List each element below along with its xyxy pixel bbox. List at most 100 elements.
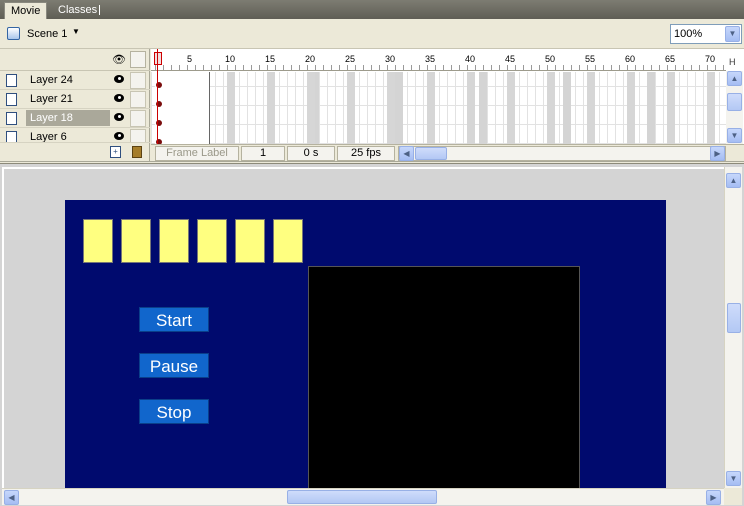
yellow-box[interactable]	[159, 219, 189, 263]
timeline-vertical-scrollbar[interactable]: ▲ ▼	[726, 71, 743, 144]
layer-visibility-eye-icon[interactable]	[114, 94, 124, 102]
layer-icon	[6, 131, 17, 142]
scroll-up-icon[interactable]: ▲	[726, 173, 741, 188]
layer-name: Layer 18	[30, 112, 73, 124]
frames-area: 5 10 15 20 25 30 35 40 45 50 55 60 65 70…	[151, 49, 744, 161]
yellow-box[interactable]	[121, 219, 151, 263]
layer-name: Layer 6	[30, 131, 67, 143]
scroll-down-icon[interactable]: ▼	[726, 471, 741, 486]
scroll-thumb[interactable]	[287, 490, 437, 504]
layer-name-box[interactable]: Layer 18	[26, 110, 110, 126]
show-hide-all-eye-icon[interactable]: 👁	[112, 53, 126, 66]
layer-footer: +	[0, 143, 150, 161]
layer-visibility-eye-icon[interactable]	[114, 113, 124, 121]
frame-marker	[227, 72, 235, 144]
ruler-number: 5	[187, 54, 193, 64]
stage-vertical-scrollbar[interactable]: ▲ ▼	[724, 167, 742, 488]
scroll-right-icon[interactable]: ▶	[710, 146, 725, 161]
lock-all-icon[interactable]	[130, 51, 146, 68]
playhead-line	[157, 49, 158, 144]
video-display[interactable]	[308, 266, 580, 488]
layer-row-selected[interactable]: Layer 18	[0, 109, 150, 128]
layer-name-box[interactable]: Layer 24	[26, 72, 110, 88]
zoom-select[interactable]: 100% ▼	[670, 24, 742, 44]
elapsed-time: 0 s	[287, 146, 335, 161]
stop-button[interactable]: Stop	[139, 399, 209, 424]
layer-lock-toggle[interactable]	[130, 72, 146, 89]
ruler-number: 35	[425, 54, 436, 64]
frame-marker	[627, 72, 635, 144]
yellow-box[interactable]	[273, 219, 303, 263]
ruler-number: 70	[705, 54, 716, 64]
scroll-thumb[interactable]	[727, 93, 742, 111]
frame-marker	[707, 72, 715, 144]
add-layer-icon[interactable]: +	[110, 146, 121, 158]
scroll-down-icon[interactable]: ▼	[727, 128, 742, 143]
ruler-number: 25	[345, 54, 356, 64]
tab-classes[interactable]: Classes	[52, 2, 103, 19]
scrollbar-corner	[724, 488, 742, 505]
playhead-handle[interactable]	[154, 52, 162, 65]
chevron-down-icon[interactable]: ▼	[725, 26, 740, 42]
frame-grid[interactable]	[151, 72, 726, 144]
ruler-number: 65	[665, 54, 676, 64]
current-frame: 1	[241, 146, 285, 161]
frame-marker	[467, 72, 475, 144]
timeline-horizontal-scrollbar[interactable]: ◀ ▶	[398, 146, 726, 161]
start-button[interactable]: Start	[139, 307, 209, 332]
scene-dropdown-icon[interactable]: ▼	[72, 27, 80, 36]
tab-movie[interactable]: Movie	[4, 2, 48, 19]
scroll-thumb[interactable]	[727, 303, 741, 333]
pause-button[interactable]: Pause	[139, 353, 209, 378]
layer-row[interactable]: Layer 6	[0, 128, 150, 143]
layer-row[interactable]: Layer 24	[0, 71, 150, 90]
frame-marker	[587, 72, 595, 144]
stage[interactable]: Start Pause Stop	[65, 200, 666, 488]
frame-marker	[507, 72, 515, 144]
scene-label[interactable]: Scene 1	[27, 28, 67, 40]
scroll-left-icon[interactable]: ◀	[399, 146, 414, 161]
ruler-number: 40	[465, 54, 476, 64]
layer-lock-toggle[interactable]	[130, 91, 146, 108]
layer-lock-toggle[interactable]	[130, 110, 146, 127]
scroll-up-icon[interactable]: ▲	[727, 71, 742, 86]
layer-visibility-eye-icon[interactable]	[114, 75, 124, 83]
layer-lock-toggle[interactable]	[130, 129, 146, 142]
layer-header: 👁	[0, 49, 150, 71]
frame-label-field[interactable]: Frame Label	[155, 146, 239, 161]
layer-name: Layer 21	[30, 93, 73, 105]
ruler-number: 60	[625, 54, 636, 64]
scene-icon	[7, 27, 20, 40]
layer-name-box[interactable]: Layer 6	[26, 129, 110, 143]
layer-name: Layer 24	[30, 74, 73, 86]
pasteboard[interactable]: Start Pause Stop	[2, 167, 724, 488]
layer-icon	[6, 74, 17, 87]
frame-marker	[667, 72, 675, 144]
frame-ruler[interactable]: 5 10 15 20 25 30 35 40 45 50 55 60 65 70	[151, 49, 726, 71]
ruler-number: 45	[505, 54, 516, 64]
layer-row[interactable]: Layer 21	[0, 90, 150, 109]
zoom-value: 100%	[674, 28, 703, 40]
timeline-options-icon[interactable]: H	[729, 57, 742, 67]
stage-horizontal-scrollbar[interactable]: ◀ ▶	[2, 488, 724, 505]
frame-marker	[307, 72, 315, 144]
scroll-thumb[interactable]	[415, 147, 447, 160]
yellow-box[interactable]	[197, 219, 227, 263]
keyframe-span[interactable]	[155, 72, 210, 144]
yellow-box[interactable]	[83, 219, 113, 263]
ruler-number: 30	[385, 54, 396, 64]
layer-list: 👁 Layer 24 Layer 21 Layer 18 Layer 6 +	[0, 49, 150, 161]
ruler-number: 55	[585, 54, 596, 64]
layer-visibility-eye-icon[interactable]	[114, 132, 124, 140]
ruler-number: 20	[305, 54, 316, 64]
timeline-panel: 👁 Layer 24 Layer 21 Layer 18 Layer 6 + 5…	[0, 49, 744, 162]
scroll-right-icon[interactable]: ▶	[706, 490, 721, 505]
yellow-box[interactable]	[235, 219, 265, 263]
delete-layer-trash-icon[interactable]	[132, 146, 142, 158]
frame-marker	[387, 72, 395, 144]
scroll-left-icon[interactable]: ◀	[4, 490, 19, 505]
frame-rate[interactable]: 25 fps	[337, 146, 395, 161]
frame-marker	[267, 72, 275, 144]
ruler-number: 10	[225, 54, 236, 64]
layer-name-box[interactable]: Layer 21	[26, 91, 110, 107]
